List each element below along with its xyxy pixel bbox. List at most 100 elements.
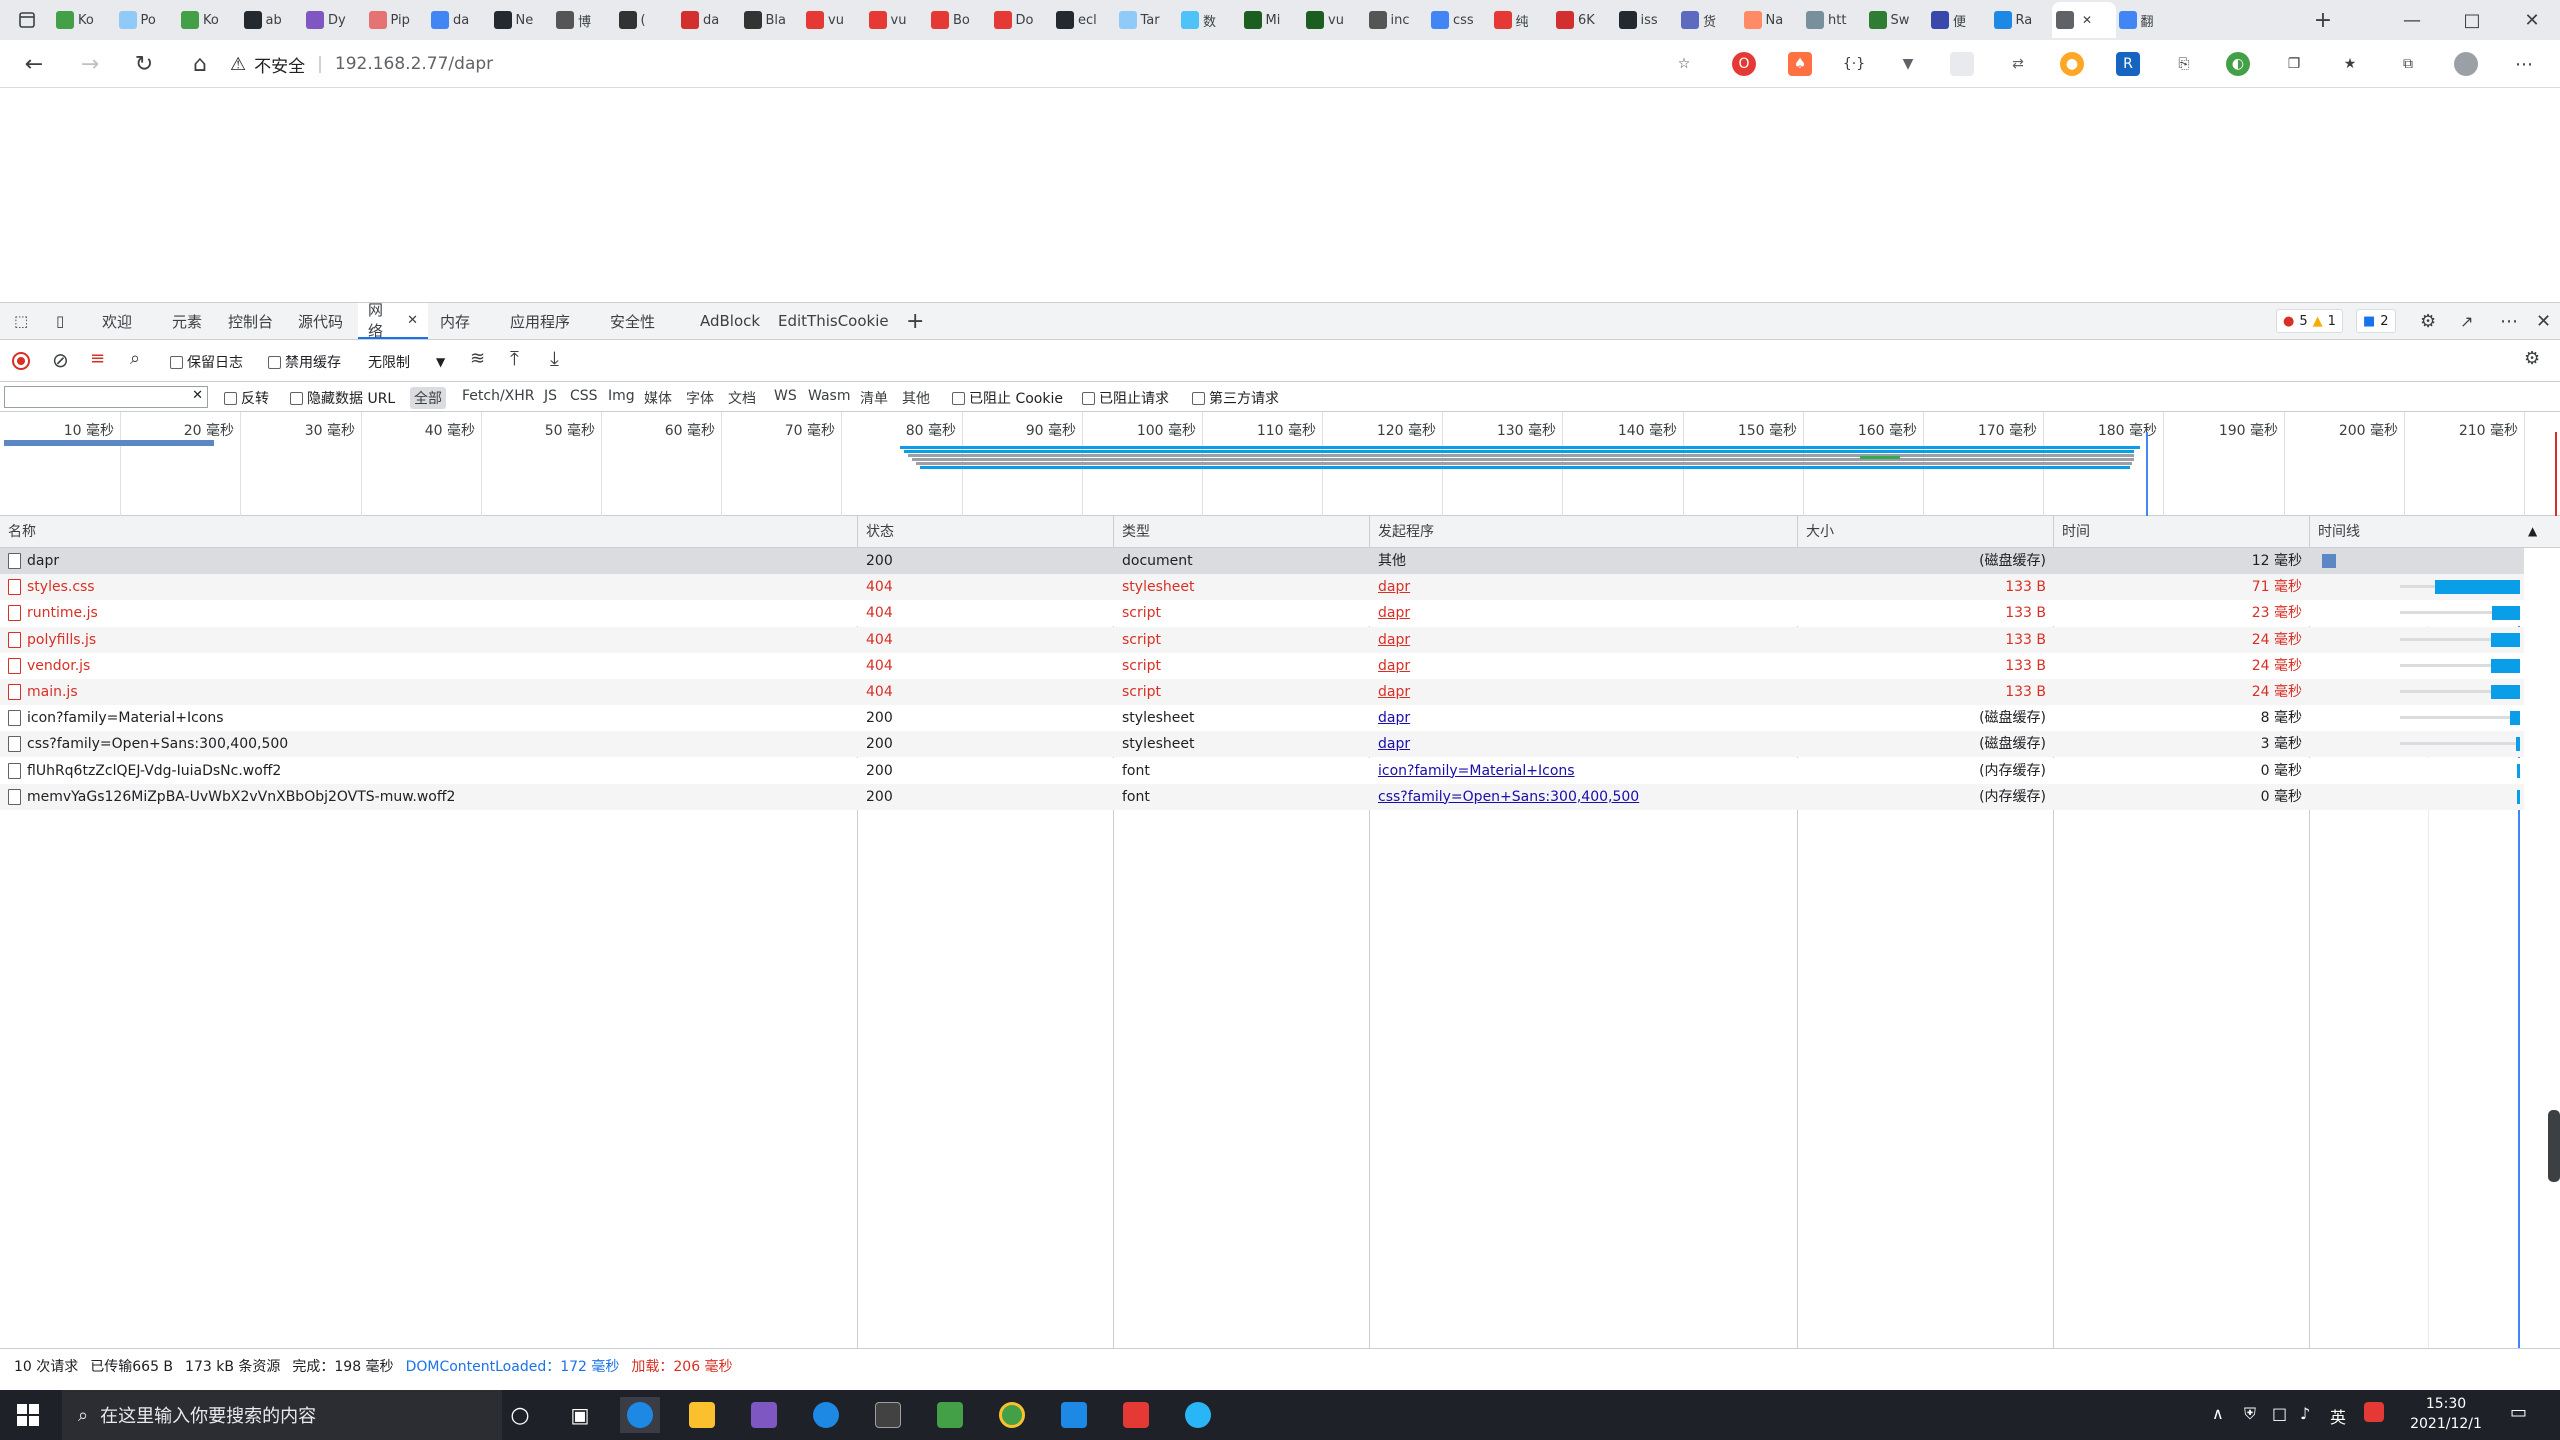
network-icon[interactable]: □ bbox=[2272, 1404, 2287, 1423]
devtools-tab-sources[interactable]: 源代码 bbox=[288, 303, 353, 339]
extension-readit-icon[interactable]: R bbox=[2116, 52, 2140, 76]
settings-gear-icon[interactable]: ⚙ bbox=[2410, 303, 2446, 339]
maximize-icon[interactable]: □ bbox=[2450, 4, 2494, 36]
browser-tab[interactable]: inc bbox=[1365, 2, 1426, 38]
notification-icon[interactable]: ▭ bbox=[2510, 1402, 2527, 1423]
tab-actions-icon[interactable] bbox=[14, 2, 44, 38]
request-name-cell[interactable]: css?family=Open+Sans:300,400,500 bbox=[8, 731, 848, 757]
home-icon[interactable]: ⌂ bbox=[182, 46, 218, 82]
sogou-icon[interactable] bbox=[2364, 1402, 2384, 1422]
extension-earth-icon[interactable]: ◐ bbox=[2226, 52, 2250, 76]
browser-tab[interactable]: iss bbox=[1615, 2, 1676, 38]
volume-icon[interactable]: ♪ bbox=[2300, 1404, 2310, 1423]
filter-type-img[interactable]: Img bbox=[604, 387, 639, 405]
devtools-tab-memory[interactable]: 内存 bbox=[430, 303, 480, 339]
browser-tab[interactable]: Ne bbox=[490, 2, 551, 38]
filter-type-other[interactable]: 其他 bbox=[898, 387, 934, 409]
add-tool-icon[interactable]: + bbox=[896, 303, 934, 339]
request-name-cell[interactable]: styles.css bbox=[8, 574, 848, 600]
request-name-cell[interactable]: icon?family=Material+Icons bbox=[8, 705, 848, 731]
taskbar-app-chrome[interactable] bbox=[992, 1397, 1032, 1433]
throttling-select[interactable]: 无限制 ▼ bbox=[368, 352, 445, 372]
filter-type-css[interactable]: CSS bbox=[566, 387, 602, 405]
devtools-tab-adblock[interactable]: AdBlock bbox=[690, 303, 770, 339]
table-row[interactable]: icon?family=Material+Icons 200 stylesheet d… bbox=[0, 705, 2524, 732]
browser-tab[interactable]: ( bbox=[615, 2, 676, 38]
browser-tab[interactable]: css bbox=[1427, 2, 1488, 38]
table-row[interactable]: flUhRq6tzZclQEJ-Vdg-IuiaDsNc.woff2 200 fon… bbox=[0, 757, 2524, 784]
initiator-cell[interactable]: dapr bbox=[1378, 731, 1788, 757]
more-options-icon[interactable]: ⋯ bbox=[2490, 303, 2528, 339]
extension-cookie-icon[interactable]: ● bbox=[2060, 52, 2084, 76]
network-conditions-icon[interactable]: ≋ bbox=[470, 348, 485, 369]
taskbar-search-box[interactable]: ⌕ 在这里输入你要搜索的内容 bbox=[62, 1390, 502, 1440]
table-row[interactable]: runtime.js 404 script dapr 133 B 23 毫秒 bbox=[0, 600, 2524, 627]
extensions-puzzle-icon[interactable]: ❐ bbox=[2282, 52, 2306, 76]
checkbox-box[interactable] bbox=[952, 391, 965, 405]
table-row[interactable]: styles.css 404 stylesheet dapr 133 B 71 毫秒 bbox=[0, 574, 2524, 601]
request-name-cell[interactable]: memvYaGs126MiZpBA-UvWbX2vVnXBbObj2OVTS-m… bbox=[8, 784, 848, 810]
new-tab-button[interactable]: + bbox=[2308, 2, 2338, 38]
browser-tab[interactable]: ecl bbox=[1052, 2, 1113, 38]
browser-tab[interactable]: da bbox=[677, 2, 738, 38]
profile-avatar-icon[interactable] bbox=[2454, 52, 2478, 76]
devtools-tab-elements[interactable]: 元素 bbox=[162, 303, 212, 339]
checkbox-box[interactable] bbox=[170, 355, 183, 369]
preserve-log-checkbox[interactable]: 保留日志 bbox=[170, 352, 243, 372]
extension-translate-icon[interactable]: ⇄ bbox=[2006, 52, 2030, 76]
initiator-cell[interactable]: dapr bbox=[1378, 705, 1788, 731]
filter-type-js[interactable]: JS bbox=[540, 387, 561, 405]
clear-filter-icon[interactable]: ✕ bbox=[192, 388, 203, 403]
browser-tab[interactable]: Tar bbox=[1115, 2, 1176, 38]
table-row[interactable]: memvYaGs126MiZpBA-UvWbX2vVnXBbObj2OVTS-m… bbox=[0, 783, 2524, 810]
sort-up-icon[interactable]: ▲ bbox=[2528, 524, 2537, 538]
browser-tab[interactable]: 货 bbox=[1677, 2, 1738, 38]
filter-icon[interactable]: ≡ bbox=[90, 348, 105, 369]
browser-tab[interactable]: 6K bbox=[1552, 2, 1613, 38]
close-icon[interactable]: ✕ bbox=[2510, 4, 2554, 36]
column-header-waterfall[interactable]: 时间线 bbox=[2310, 516, 2360, 548]
hide-data-urls-checkbox[interactable]: 隐藏数据 URL bbox=[290, 388, 395, 408]
blocked-requests-checkbox[interactable]: 已阻止请求 bbox=[1082, 388, 1169, 408]
filter-type-all[interactable]: 全部 bbox=[410, 387, 446, 409]
browser-tab[interactable]: ✕ bbox=[2052, 2, 2116, 38]
task-view-icon[interactable]: ▣ bbox=[560, 1397, 600, 1433]
defender-icon[interactable]: ⛨ bbox=[2244, 1404, 2256, 1424]
collections-icon[interactable]: ⧉ bbox=[2396, 52, 2420, 76]
browser-tab[interactable]: 便 bbox=[1927, 2, 1988, 38]
browser-tab[interactable]: Bla bbox=[740, 2, 801, 38]
filter-type-fetch-xhr[interactable]: Fetch/XHR bbox=[458, 387, 539, 405]
feedback-icon[interactable]: ↗ bbox=[2450, 303, 2483, 339]
taskbar-app-youdao[interactable] bbox=[1116, 1397, 1156, 1433]
browser-tab[interactable]: ab bbox=[240, 2, 301, 38]
browser-tab[interactable]: 翻 bbox=[2115, 2, 2176, 38]
messages-badge[interactable]: ■ 2 bbox=[2356, 309, 2396, 333]
checkbox-box[interactable] bbox=[224, 391, 237, 405]
browser-tab[interactable]: Do bbox=[990, 2, 1051, 38]
taskbar-app-wechat[interactable] bbox=[930, 1397, 970, 1433]
extension-brave-icon[interactable]: ♠ bbox=[1788, 52, 1812, 76]
filter-type-ws[interactable]: WS bbox=[770, 387, 801, 405]
browser-tab[interactable]: Dy bbox=[302, 2, 363, 38]
inspect-element-icon[interactable]: ⬚ bbox=[4, 303, 38, 339]
filter-type-font[interactable]: 字体 bbox=[682, 387, 718, 409]
taskbar-app-vscode[interactable] bbox=[1054, 1397, 1094, 1433]
address-bar[interactable]: ⚠ 不安全 | 192.168.2.77/dapr bbox=[230, 46, 1710, 82]
taskbar-app-edge[interactable] bbox=[620, 1397, 660, 1433]
browser-tab[interactable]: Mi bbox=[1240, 2, 1301, 38]
column-header-initiator[interactable]: 发起程序 bbox=[1370, 516, 1434, 548]
taskbar-app-docker[interactable] bbox=[1178, 1397, 1218, 1433]
initiator-cell[interactable]: dapr bbox=[1378, 627, 1788, 653]
device-toolbar-icon[interactable]: ▯ bbox=[46, 303, 74, 339]
export-har-icon[interactable]: ⤓ bbox=[550, 346, 559, 370]
search-icon[interactable]: ⌕ bbox=[130, 348, 140, 369]
extension-vue-icon[interactable]: ▼ bbox=[1896, 52, 1920, 76]
network-settings-gear-icon[interactable]: ⚙ bbox=[2524, 348, 2540, 369]
extension-copy-icon[interactable]: ⎘ bbox=[2172, 52, 2196, 76]
url-text[interactable]: 192.168.2.77/dapr bbox=[335, 54, 493, 74]
request-name-cell[interactable]: dapr bbox=[8, 548, 848, 574]
show-hidden-icons-icon[interactable]: ∧ bbox=[2212, 1404, 2224, 1423]
devtools-tab-application[interactable]: 应用程序 bbox=[500, 303, 580, 339]
taskbar-clock[interactable]: 15:30 2021/12/1 bbox=[2406, 1394, 2486, 1434]
browser-tab[interactable]: 数 bbox=[1177, 2, 1238, 38]
